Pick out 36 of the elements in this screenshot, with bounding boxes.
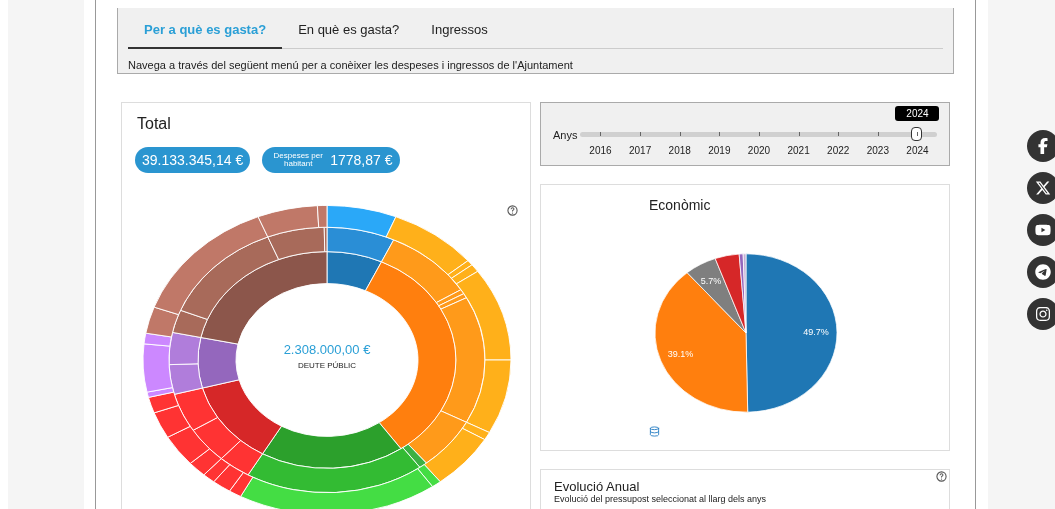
slice-label: 39.1% xyxy=(667,349,694,360)
slice-label: 49.7% xyxy=(803,327,829,338)
year-label: 2021 xyxy=(786,144,811,158)
card-title: Econòmic xyxy=(649,196,712,215)
year-label: 2022 xyxy=(826,144,851,158)
x-icon[interactable] xyxy=(1027,172,1055,204)
card-subtitle: Evolució del pressupost seleccionat al llarg dels anys xyxy=(554,494,768,505)
per-capita-label: Despeses per habitant xyxy=(272,152,324,168)
year-label: 2019 xyxy=(707,144,732,158)
help-icon[interactable] xyxy=(936,471,947,482)
telegram-icon[interactable] xyxy=(1027,256,1055,288)
slider-track[interactable] xyxy=(580,127,938,142)
year-label: 2024 xyxy=(905,144,930,158)
center-label: DEUTE PÚBLIC xyxy=(297,361,357,370)
slider-tooltip: 2024 xyxy=(895,106,940,121)
slider-thumb[interactable] xyxy=(911,127,923,141)
youtube-icon[interactable] xyxy=(1027,214,1055,246)
year-label: 2018 xyxy=(667,144,692,158)
slice-label: 5.7% xyxy=(700,276,722,287)
total-badge: 39.133.345,14 € xyxy=(135,147,251,173)
facebook-icon[interactable] xyxy=(1027,130,1055,162)
year-label: 2020 xyxy=(746,144,772,158)
instagram-icon[interactable] xyxy=(1027,298,1055,330)
year-label: 2017 xyxy=(627,144,653,158)
card-title: Evolució Anual xyxy=(554,479,641,494)
card-title: Total xyxy=(137,114,172,134)
year-label: 2016 xyxy=(588,144,613,158)
database-icon[interactable] xyxy=(649,426,660,437)
tab[interactable]: Ingressos xyxy=(415,20,504,48)
year-label: 2023 xyxy=(865,144,890,158)
slider-label: Anys xyxy=(553,128,578,143)
center-value: 2.308.000,00 € xyxy=(283,342,371,357)
help-icon[interactable] xyxy=(507,205,518,216)
tab[interactable]: En què es gasta? xyxy=(282,20,416,48)
description-text: Navega a través del següent menú per a conèixer les despeses i ingressos de l'Ajuntament xyxy=(128,57,574,73)
per-capita-value: 1778,87 € xyxy=(330,150,393,170)
